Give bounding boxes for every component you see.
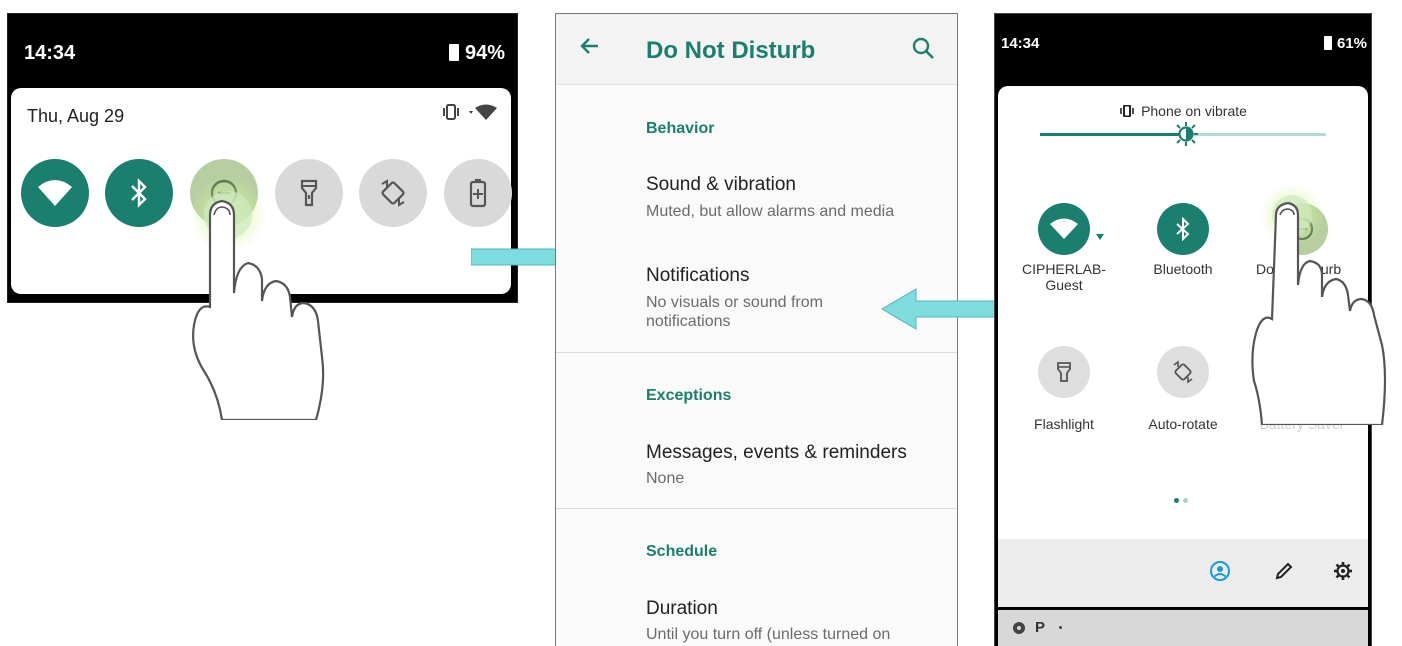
page-indicator xyxy=(1183,498,1188,503)
wifi-dropdown-icon[interactable] xyxy=(1096,227,1104,245)
battery-icon xyxy=(448,44,459,61)
flashlight-tile[interactable] xyxy=(1038,346,1090,398)
auto-rotate-tile[interactable] xyxy=(359,159,427,227)
flashlight-icon xyxy=(1057,362,1071,382)
battery-saver-tile[interactable] xyxy=(444,159,512,227)
auto-rotate-tile[interactable] xyxy=(1157,346,1209,398)
wifi-tile[interactable] xyxy=(1038,203,1090,255)
notification-strip[interactable]: P xyxy=(998,610,1368,646)
user-account-icon[interactable] xyxy=(1210,561,1230,586)
wifi-label: CIPHERLAB-Guest xyxy=(1021,261,1107,293)
messages-events-summary: None xyxy=(646,470,685,487)
vibrate-icon xyxy=(1120,104,1134,118)
edit-pencil-icon[interactable] xyxy=(1274,561,1294,586)
sound-vibration-summary: Muted, but allow alarms and media xyxy=(646,203,895,220)
duration-title: Duration xyxy=(646,598,718,619)
back-arrow-icon[interactable] xyxy=(578,34,602,65)
duration-summary: Until you turn off (unless turned on xyxy=(646,626,891,643)
divider xyxy=(556,352,957,353)
status-time: 14:34 xyxy=(24,42,76,64)
bluetooth-tile[interactable] xyxy=(105,159,173,227)
divider xyxy=(556,508,957,509)
search-icon[interactable] xyxy=(911,36,935,65)
status-battery: 61% xyxy=(1323,35,1367,52)
wifi-signal-icon xyxy=(467,104,497,124)
app-bar: Do Not Disturb xyxy=(556,14,957,85)
battery-icon xyxy=(1323,36,1332,50)
page-title: Do Not Disturb xyxy=(646,37,816,64)
settings-gear-icon[interactable] xyxy=(1333,561,1353,586)
aperture-icon xyxy=(1012,621,1026,640)
status-icons xyxy=(441,104,497,124)
bluetooth-tile[interactable] xyxy=(1157,203,1209,255)
ringer-mode-text: Phone on vibrate xyxy=(1141,103,1247,119)
tapping-hand-illustration xyxy=(180,175,340,425)
brightness-slider-thumb[interactable] xyxy=(1174,122,1198,151)
notifications-title: Notifications xyxy=(646,265,750,286)
battery-level: 94% xyxy=(464,42,505,64)
status-battery: 94% xyxy=(448,42,505,65)
status-time: 14:34 xyxy=(1001,35,1040,52)
auto-rotate-icon xyxy=(381,179,405,207)
section-behavior: Behavior xyxy=(646,120,715,137)
battery-level: 61% xyxy=(1336,35,1367,52)
messages-events-title: Messages, events & reminders xyxy=(646,442,907,463)
date-label: Thu, Aug 29 xyxy=(27,106,125,126)
notifications-summary: No visuals or sound from notifications xyxy=(646,294,823,330)
notification-app-letter: P xyxy=(1035,619,1046,636)
auto-rotate-icon xyxy=(1173,360,1193,384)
ringer-mode-label: Phone on vibrate xyxy=(998,103,1368,119)
flashlight-label: Flashlight xyxy=(1034,416,1094,432)
wifi-icon xyxy=(1050,218,1078,239)
brightness-slider-track[interactable] xyxy=(1186,133,1326,136)
wifi-icon xyxy=(38,180,72,206)
bluetooth-icon xyxy=(131,178,147,208)
section-exceptions: Exceptions xyxy=(646,387,732,404)
quick-settings-footer xyxy=(998,539,1368,607)
section-schedule: Schedule xyxy=(646,543,718,560)
vibrate-icon xyxy=(441,104,461,124)
brightness-slider-filled xyxy=(1040,133,1186,136)
more-dot-icon xyxy=(1059,626,1062,629)
sound-vibration-title: Sound & vibration xyxy=(646,174,796,195)
wifi-tile[interactable] xyxy=(21,159,89,227)
auto-rotate-label: Auto-rotate xyxy=(1148,416,1218,432)
battery-saver-icon xyxy=(469,179,487,208)
bluetooth-label: Bluetooth xyxy=(1153,261,1213,277)
page-indicator-active xyxy=(1174,498,1179,503)
tapping-hand-illustration xyxy=(1250,183,1400,430)
bluetooth-icon xyxy=(1176,217,1190,241)
